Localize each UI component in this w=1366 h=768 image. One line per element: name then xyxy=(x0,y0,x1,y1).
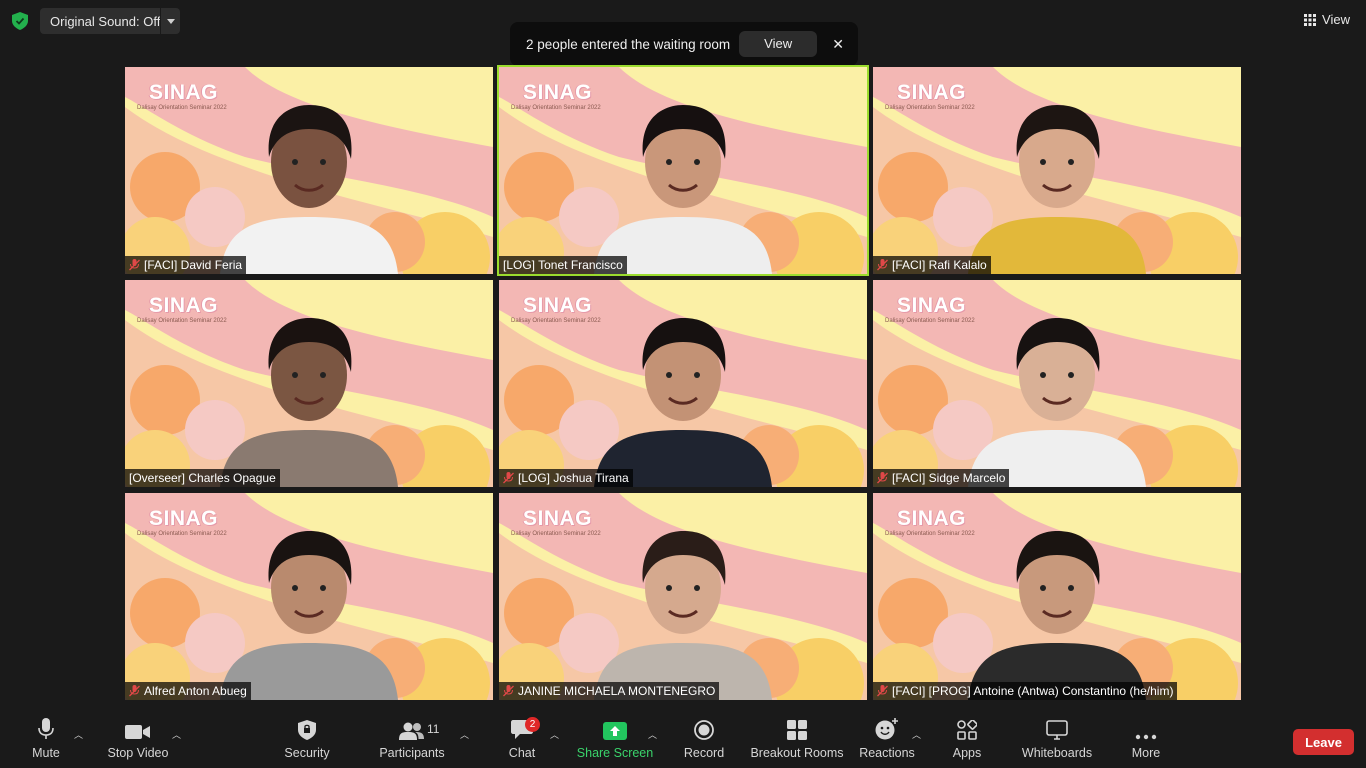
participant-name-label: [FACI] Rafi Kalalo xyxy=(873,256,991,274)
apps-icon xyxy=(957,720,977,740)
video-tile[interactable]: SINAG Dalisay Orientation Seminar 2022 [FA… xyxy=(125,67,493,274)
participant-name-label: [FACI] [PROG] Antoine (Antwa) Constantin… xyxy=(873,682,1178,700)
participant-name-text: JANINE MICHAELA MONTENEGRO xyxy=(518,684,716,698)
participant-name-label: [FACI] David Feria xyxy=(125,256,247,274)
participant-name-text: [LOG] Joshua Tirana xyxy=(518,471,629,485)
security-shield-icon xyxy=(298,720,316,740)
ellipsis-icon xyxy=(1135,734,1157,740)
close-icon[interactable]: ✕ xyxy=(832,36,844,53)
breakout-rooms-icon xyxy=(787,720,807,740)
share-screen-button[interactable]: Share Screen xyxy=(576,712,654,768)
participant-name-text: [FACI] David Feria xyxy=(144,258,243,272)
video-tile[interactable]: SINAG Dalisay Orientation Seminar 2022 [FA… xyxy=(873,67,1241,274)
muted-microphone-icon xyxy=(129,259,140,271)
shield-icon[interactable] xyxy=(12,12,28,30)
more-button[interactable]: More xyxy=(1128,712,1164,768)
muted-microphone-icon xyxy=(129,685,140,697)
chevron-down-icon[interactable] xyxy=(160,8,180,34)
view-label: View xyxy=(1322,12,1350,27)
video-camera-icon xyxy=(125,725,150,739)
participants-icon xyxy=(399,722,424,740)
participant-video-feed xyxy=(594,318,772,487)
participants-options-chevron-icon[interactable]: ︿ xyxy=(460,728,469,741)
participant-video-feed xyxy=(968,105,1146,274)
video-tile[interactable]: SINAG Dalisay Orientation Seminar 2022 Alf… xyxy=(125,493,493,700)
grid-icon xyxy=(1304,13,1317,26)
participant-name-label: [LOG] Joshua Tirana xyxy=(499,469,633,487)
video-tile[interactable]: SINAG Dalisay Orientation Seminar 2022 [Ov… xyxy=(125,280,493,487)
participant-video-feed xyxy=(220,105,398,274)
share-options-chevron-icon[interactable]: ︿ xyxy=(648,728,657,741)
breakout-rooms-label: Breakout Rooms xyxy=(750,746,844,760)
microphone-icon xyxy=(38,718,54,739)
participant-video-feed xyxy=(968,318,1146,487)
video-options-chevron-icon[interactable]: ︿ xyxy=(172,728,181,741)
participant-name-text: [FACI] [PROG] Antoine (Antwa) Constantin… xyxy=(892,684,1174,698)
view-button[interactable]: View xyxy=(1304,12,1350,27)
muted-microphone-icon xyxy=(877,259,888,271)
participant-name-label: [FACI] Sidge Marcelo xyxy=(873,469,1010,487)
security-button[interactable]: Security xyxy=(282,712,332,768)
stop-video-label: Stop Video xyxy=(107,746,169,760)
mute-label: Mute xyxy=(32,746,60,760)
muted-microphone-icon xyxy=(877,472,888,484)
participant-video-feed xyxy=(594,531,772,700)
participant-video-feed xyxy=(968,531,1146,700)
security-label: Security xyxy=(284,746,330,760)
original-sound-button[interactable]: Original Sound: Off xyxy=(40,8,180,34)
record-label: Record xyxy=(683,746,725,760)
mute-options-chevron-icon[interactable]: ︿ xyxy=(74,728,83,741)
participant-name-label: Alfred Anton Abueg xyxy=(125,682,251,700)
muted-microphone-icon xyxy=(503,472,514,484)
waiting-room-notification: 2 people entered the waiting room View ✕ xyxy=(510,22,858,66)
stop-video-button[interactable]: Stop Video xyxy=(104,712,172,768)
record-button[interactable]: Record xyxy=(684,712,724,768)
notification-view-button[interactable]: View xyxy=(739,31,818,57)
whiteboard-icon xyxy=(1046,720,1068,740)
participant-name-label: [Overseer] Charles Opague xyxy=(125,469,280,487)
muted-microphone-icon xyxy=(503,685,514,697)
participant-name-text: [FACI] Sidge Marcelo xyxy=(892,471,1006,485)
muted-microphone-icon xyxy=(877,685,888,697)
apps-label: Apps xyxy=(952,746,982,760)
more-label: More xyxy=(1131,746,1161,760)
participant-name-text: [LOG] Tonet Francisco xyxy=(503,258,623,272)
apps-button[interactable]: Apps xyxy=(950,712,984,768)
notification-text: 2 people entered the waiting room xyxy=(526,36,731,52)
video-tile[interactable]: SINAG Dalisay Orientation Seminar 2022 [LO… xyxy=(497,65,869,276)
video-tile[interactable]: SINAG Dalisay Orientation Seminar 2022 [FA… xyxy=(873,280,1241,487)
smiley-plus-icon xyxy=(875,718,898,740)
participant-name-label: JANINE MICHAELA MONTENEGRO xyxy=(499,682,720,700)
participant-name-text: [Overseer] Charles Opague xyxy=(129,471,276,485)
participants-count: 11 xyxy=(427,722,440,736)
video-tile[interactable]: SINAG Dalisay Orientation Seminar 2022 [LO… xyxy=(499,280,867,487)
share-screen-label: Share Screen xyxy=(576,746,654,760)
whiteboards-button[interactable]: Whiteboards xyxy=(1020,712,1094,768)
meeting-toolbar: Mute ︿ Stop Video ︿ Security Participant… xyxy=(0,712,1366,768)
whiteboards-label: Whiteboards xyxy=(1021,746,1093,760)
participant-name-text: [FACI] Rafi Kalalo xyxy=(892,258,987,272)
participants-label: Participants xyxy=(379,746,445,760)
chat-unread-badge: 2 xyxy=(525,717,540,732)
participant-name-text: Alfred Anton Abueg xyxy=(144,684,247,698)
video-tile[interactable]: SINAG Dalisay Orientation Seminar 2022 JAN… xyxy=(499,493,867,700)
participant-name-label: [LOG] Tonet Francisco xyxy=(499,256,627,274)
video-tile[interactable]: SINAG Dalisay Orientation Seminar 2022 [FA… xyxy=(873,493,1241,700)
leave-button[interactable]: Leave xyxy=(1293,729,1354,755)
chat-options-chevron-icon[interactable]: ︿ xyxy=(550,728,559,741)
participant-video-feed xyxy=(220,318,398,487)
reactions-options-chevron-icon[interactable]: ︿ xyxy=(912,728,921,741)
share-screen-icon xyxy=(603,722,627,740)
breakout-rooms-button[interactable]: Breakout Rooms xyxy=(750,712,844,768)
reactions-button[interactable]: Reactions xyxy=(859,712,915,768)
reactions-label: Reactions xyxy=(859,746,915,760)
participant-video-feed xyxy=(220,531,398,700)
participants-button[interactable]: Participants xyxy=(378,712,446,768)
mute-button[interactable]: Mute xyxy=(28,712,64,768)
record-icon xyxy=(694,720,714,740)
original-sound-label: Original Sound: Off xyxy=(50,13,161,29)
chat-label: Chat xyxy=(508,746,536,760)
participant-video-feed xyxy=(594,105,772,274)
